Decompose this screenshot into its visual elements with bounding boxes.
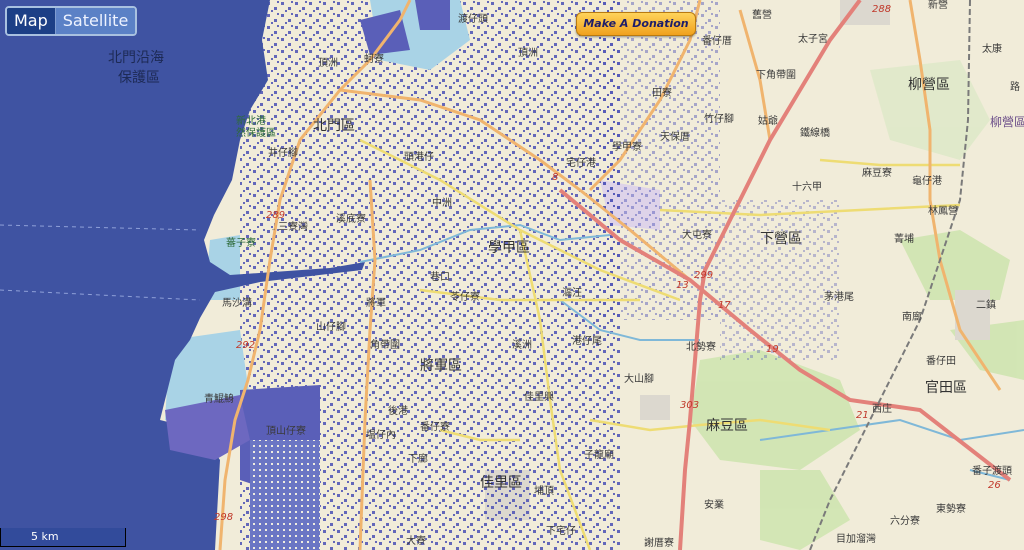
svg-text:303: 303	[680, 400, 699, 411]
svg-text:鐵線橋: 鐵線橋	[800, 126, 830, 139]
svg-text:頭港仔: 頭港仔	[404, 151, 434, 163]
svg-text:頂洲: 頂洲	[518, 47, 538, 59]
svg-text:19: 19	[766, 344, 779, 355]
svg-text:柳營區: 柳營區	[990, 115, 1024, 129]
label-xuejia: 學甲區	[488, 240, 530, 256]
svg-text:蚵寮: 蚵寮	[364, 52, 384, 65]
svg-text:山仔腳: 山仔腳	[316, 321, 346, 333]
svg-text:下宅仔: 下宅仔	[546, 524, 576, 537]
label-liuying: 柳營區	[908, 76, 950, 93]
svg-text:然保護區: 然保護區	[236, 126, 276, 139]
svg-text:漚汪: 漚汪	[562, 286, 582, 299]
label-guantian: 官田區	[925, 380, 967, 396]
map-canvas[interactable]: 北門區 學甲區 將軍區 佳里區 麻豆區 下營區 柳營區 官田區 北門沿海 保護區…	[0, 0, 1024, 550]
svg-text:289: 289	[266, 210, 285, 221]
svg-text:保護區: 保護區	[118, 70, 160, 86]
svg-text:太子宮: 太子宮	[798, 32, 828, 45]
svg-text:塭仔內: 塭仔內	[366, 429, 396, 441]
svg-text:大寮: 大寮	[406, 534, 426, 547]
svg-text:大屯寮: 大屯寮	[682, 228, 712, 241]
svg-text:溪洲: 溪洲	[512, 339, 532, 351]
svg-text:298: 298	[214, 512, 233, 523]
svg-text:大山腳: 大山腳	[624, 372, 654, 385]
svg-text:292: 292	[236, 340, 255, 351]
svg-text:目加溜灣: 目加溜灣	[836, 532, 876, 545]
svg-text:青鯤鯓: 青鯤鯓	[204, 392, 234, 405]
svg-text:舊營: 舊營	[752, 8, 772, 21]
svg-text:溪底寮: 溪底寮	[336, 212, 366, 225]
svg-text:埔頂: 埔頂	[534, 484, 554, 497]
svg-text:二鎮: 二鎮	[976, 298, 996, 311]
svg-text:下廍: 下廍	[408, 452, 428, 465]
svg-text:十六甲: 十六甲	[792, 180, 822, 193]
svg-text:巷口: 巷口	[430, 271, 450, 283]
svg-text:299: 299	[694, 270, 713, 281]
svg-text:苓仔寮: 苓仔寮	[450, 290, 480, 303]
svg-text:將軍: 將軍	[366, 296, 386, 309]
svg-text:竹仔腳: 竹仔腳	[704, 112, 734, 125]
label-jiangjun: 將軍區	[420, 358, 462, 374]
svg-text:三寮灣: 三寮灣	[278, 220, 308, 233]
svg-text:北勢寮: 北勢寮	[686, 340, 716, 353]
svg-text:中洲: 中洲	[432, 196, 452, 209]
svg-text:麻豆寮: 麻豆寮	[862, 166, 892, 179]
svg-text:番仔田: 番仔田	[926, 355, 956, 367]
svg-text:菁埔: 菁埔	[894, 232, 914, 245]
svg-text:番仔厝: 番仔厝	[702, 35, 732, 47]
svg-text:馬沙溝: 馬沙溝	[222, 296, 252, 309]
svg-text:南廍: 南廍	[902, 310, 922, 323]
svg-text:子龍廟: 子龍廟	[584, 448, 614, 461]
label-jiali: 佳里區	[480, 475, 522, 491]
svg-text:北門沿海: 北門沿海	[108, 50, 164, 66]
svg-text:田寮: 田寮	[652, 86, 672, 99]
svg-text:蕃子寮: 蕃子寮	[226, 236, 256, 249]
svg-text:17: 17	[718, 300, 731, 311]
svg-text:六分寮: 六分寮	[890, 514, 920, 527]
svg-text:288: 288	[872, 4, 891, 15]
svg-text:番子渡頭: 番子渡頭	[972, 464, 1012, 477]
label-beimen: 北門區	[313, 118, 355, 134]
svg-text:東勢寮: 東勢寮	[936, 502, 966, 515]
svg-text:新營: 新營	[928, 0, 948, 11]
svg-text:龜仔港: 龜仔港	[912, 174, 942, 187]
svg-text:港仔尾: 港仔尾	[572, 335, 602, 347]
label-xiaying: 下營區	[760, 231, 802, 247]
svg-text:21: 21	[856, 410, 869, 421]
svg-text:8: 8	[552, 172, 558, 183]
svg-text:頂洲: 頂洲	[318, 57, 338, 69]
make-a-donation-button[interactable]: Make A Donation	[576, 12, 696, 36]
svg-text:角帶圍: 角帶圍	[370, 339, 400, 351]
svg-text:謝厝寮: 謝厝寮	[644, 536, 674, 549]
map-type-map-button[interactable]: Map	[7, 8, 56, 34]
label-madou: 麻豆區	[706, 418, 748, 434]
svg-text:茅港尾: 茅港尾	[824, 291, 854, 303]
svg-text:佳里興: 佳里興	[524, 390, 554, 403]
svg-text:林鳳營: 林鳳營	[928, 204, 958, 217]
svg-text:宅仔港: 宅仔港	[566, 156, 596, 169]
svg-text:井仔腳: 井仔腳	[268, 146, 298, 159]
svg-text:新北港: 新北港	[236, 114, 266, 127]
svg-text:番仔寮: 番仔寮	[420, 420, 450, 433]
svg-text:學甲寮: 學甲寮	[612, 140, 642, 153]
svg-text:頂山仔寮: 頂山仔寮	[266, 424, 306, 437]
svg-text:路: 路	[1010, 80, 1020, 93]
svg-text:下角帶圍: 下角帶圍	[756, 69, 796, 81]
svg-text:後港: 後港	[388, 404, 408, 417]
map-type-satellite-button[interactable]: Satellite	[55, 8, 136, 34]
map-type-control: Map Satellite	[5, 6, 138, 36]
svg-text:安業: 安業	[704, 498, 724, 511]
svg-text:天保厝: 天保厝	[660, 130, 690, 143]
svg-text:26: 26	[988, 480, 1001, 491]
svg-text:姑爺: 姑爺	[758, 114, 778, 127]
svg-text:西庄: 西庄	[872, 402, 892, 415]
svg-text:太康: 太康	[982, 42, 1002, 55]
svg-text:渡仔頭: 渡仔頭	[458, 12, 488, 25]
svg-text:13: 13	[676, 280, 689, 291]
